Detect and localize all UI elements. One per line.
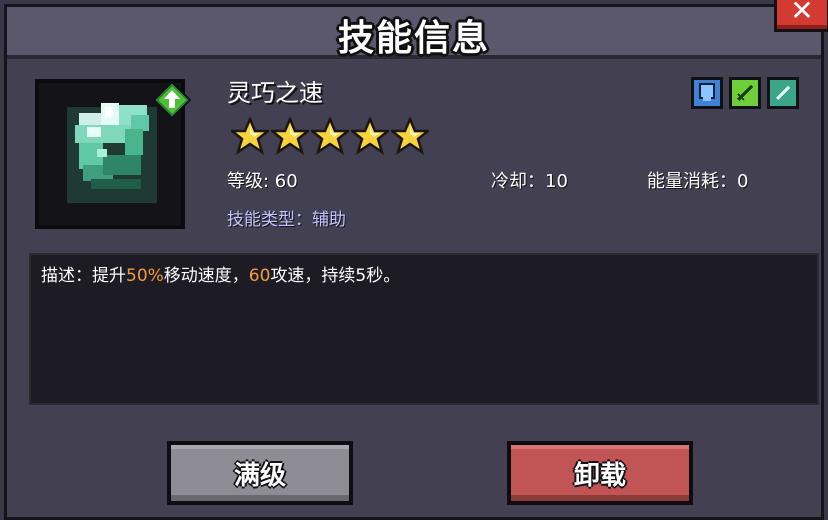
close-x-icon: ✕ (790, 0, 814, 27)
max-level-button[interactable]: 满级 (167, 441, 353, 505)
panel-header: 技能信息 (7, 7, 821, 59)
skill-level: 等级: 60 (227, 171, 298, 192)
star-rating (231, 117, 429, 157)
close-button[interactable]: ✕ (774, 0, 828, 32)
description-box: 描述：提升50%移动速度，60攻速，持续5秒。 (29, 253, 819, 405)
skill-cooldown: 冷却：10 (491, 171, 568, 192)
star-icon (351, 117, 389, 155)
panel-title: 技能信息 (337, 18, 490, 59)
upgrade-arrow-icon[interactable] (153, 81, 191, 119)
blade-tag-icon (767, 77, 799, 109)
unload-button[interactable]: 卸载 (507, 441, 693, 505)
sword-tag-icon (729, 77, 761, 109)
star-icon (231, 117, 269, 155)
desc-value-attack: 60 (248, 266, 271, 286)
description-text: 描述：提升50%移动速度，60攻速，持续5秒。 (41, 261, 400, 286)
skill-name: 灵巧之速 (227, 79, 323, 107)
skill-energy-cost: 能量消耗：0 (647, 171, 749, 192)
desc-value-speed: 50% (126, 266, 164, 286)
shield-tag-icon (691, 77, 723, 109)
skill-tags (691, 77, 799, 109)
desc-suffix: 攻速，持续5秒。 (270, 266, 401, 286)
star-icon (271, 117, 309, 155)
skill-type: 技能类型：辅助 (227, 210, 346, 230)
star-icon (311, 117, 349, 155)
star-icon (391, 117, 429, 155)
skill-info-panel: 技能信息 灵巧之速 等级: 60 冷却：10 能量消耗：0 技能类型：辅助 描述… (4, 4, 824, 520)
desc-mid: 移动速度， (163, 266, 249, 286)
desc-prefix: 描述：提升 (41, 266, 126, 286)
